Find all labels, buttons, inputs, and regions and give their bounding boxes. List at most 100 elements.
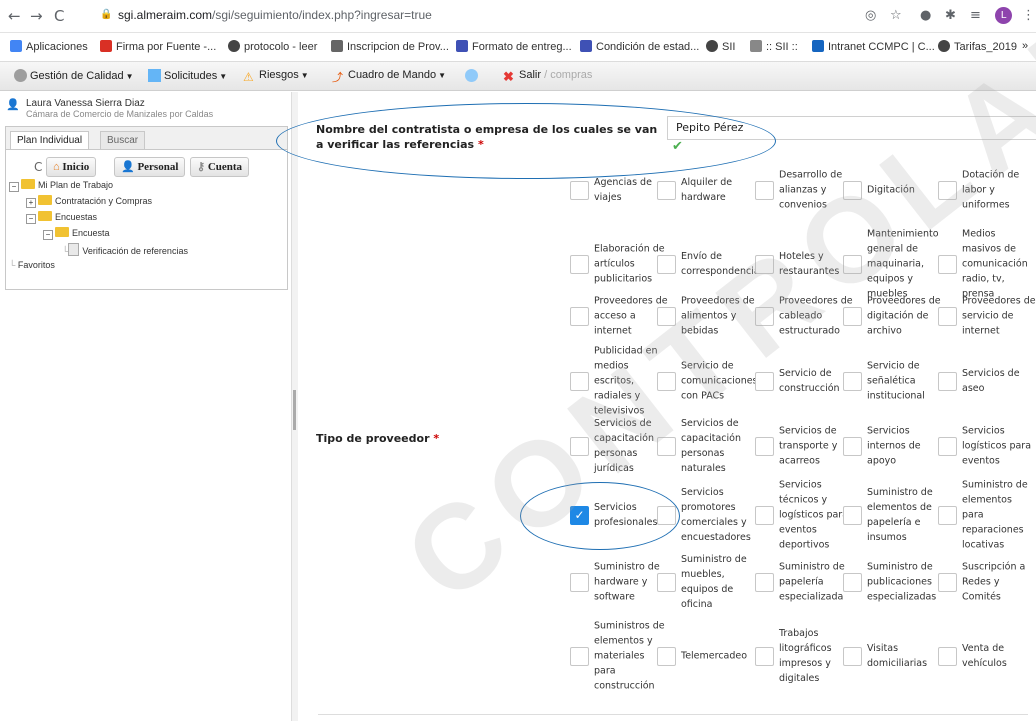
provider-option[interactable]: Envío de correspondencia bbox=[657, 233, 760, 295]
checkbox[interactable] bbox=[843, 647, 862, 666]
provider-option[interactable]: Servicios de transporte y acarreos bbox=[755, 417, 853, 475]
menu-riesgos[interactable]: ⚠ Riesgos ▼ bbox=[243, 69, 309, 84]
personal-button[interactable]: 👤 Personal bbox=[114, 157, 186, 177]
bookmark-apps[interactable]: Aplicaciones bbox=[10, 40, 88, 53]
checkbox[interactable] bbox=[938, 307, 957, 326]
provider-option[interactable]: Suministro de hardware y software bbox=[570, 556, 668, 608]
menu-gestion-calidad[interactable]: Gestión de Calidad ▼ bbox=[14, 69, 133, 82]
help-icon[interactable] bbox=[465, 69, 481, 82]
checkbox[interactable] bbox=[755, 437, 774, 456]
bookmark-protocolo[interactable]: protocolo - leer bbox=[228, 40, 317, 53]
tree-item-contratacion[interactable]: + Contratación y Compras bbox=[26, 195, 152, 208]
checkbox[interactable] bbox=[843, 181, 862, 200]
cuenta-button[interactable]: ⚷ Cuenta bbox=[190, 157, 250, 177]
provider-option[interactable]: Dotación de labor y uniformes bbox=[938, 165, 1036, 215]
provider-option[interactable]: Proveedores de alimentos y bebidas bbox=[657, 291, 755, 341]
bookmark-sii[interactable]: SII bbox=[706, 40, 735, 53]
provider-option[interactable]: Proveedores de servicio de internet bbox=[938, 291, 1036, 341]
bookmark-intranet[interactable]: Intranet CCMPC | C... bbox=[812, 40, 935, 53]
checkbox[interactable] bbox=[570, 255, 589, 274]
tree-item-encuesta[interactable]: − Encuesta bbox=[43, 227, 110, 240]
checkbox[interactable] bbox=[755, 506, 774, 525]
provider-option[interactable]: Publicidad en medios escritos, radiales … bbox=[570, 346, 668, 417]
checkbox[interactable] bbox=[938, 372, 957, 391]
provider-option[interactable]: Alquiler de hardware bbox=[657, 165, 755, 215]
tab-buscar[interactable]: Buscar bbox=[100, 131, 146, 149]
checkbox[interactable] bbox=[938, 181, 957, 200]
checkbox[interactable] bbox=[938, 255, 957, 274]
star-icon[interactable]: ☆ bbox=[890, 8, 902, 23]
checkbox[interactable] bbox=[938, 506, 957, 525]
provider-option[interactable]: Agencias de viajes bbox=[570, 165, 668, 215]
collapse-icon[interactable]: − bbox=[26, 214, 36, 224]
checkbox[interactable] bbox=[657, 181, 676, 200]
provider-option[interactable]: Servicios logísticos para eventos bbox=[938, 417, 1036, 475]
tree-item-mi-plan[interactable]: − Mi Plan de Trabajo bbox=[9, 179, 113, 192]
provider-option[interactable]: Mantenimiento general de maquinaria, equ… bbox=[843, 229, 941, 300]
back-arrow-icon[interactable]: ← bbox=[8, 7, 21, 25]
target-icon[interactable]: ◎ bbox=[865, 8, 876, 23]
checkbox[interactable] bbox=[657, 307, 676, 326]
checkbox[interactable] bbox=[570, 181, 589, 200]
checkbox[interactable] bbox=[843, 307, 862, 326]
checkbox[interactable] bbox=[657, 372, 676, 391]
checkbox[interactable] bbox=[938, 647, 957, 666]
checkbox[interactable] bbox=[570, 307, 589, 326]
provider-option[interactable]: Hoteles y restaurantes bbox=[755, 233, 853, 295]
tree-item-favoritos[interactable]: └ Favoritos bbox=[9, 260, 55, 270]
bookmark-sii-2[interactable]: :: SII :: bbox=[750, 40, 798, 53]
provider-option[interactable]: Medios masivos de comunicación radio, tv… bbox=[938, 229, 1036, 300]
provider-option[interactable]: Servicios técnicos y logísticos para eve… bbox=[755, 480, 853, 551]
provider-option[interactable]: Desarrollo de alianzas y convenios bbox=[755, 165, 853, 215]
bookmark-formato[interactable]: Formato de entreg... bbox=[456, 40, 572, 53]
checkbox[interactable] bbox=[570, 437, 589, 456]
provider-option[interactable]: Servicio de construcción bbox=[755, 347, 853, 415]
checkbox[interactable] bbox=[755, 307, 774, 326]
provider-option[interactable]: Servicios de capacitación personas natur… bbox=[657, 417, 755, 475]
provider-option[interactable]: Suministro de papelería especializada bbox=[755, 556, 853, 608]
checkbox[interactable] bbox=[755, 647, 774, 666]
checkbox[interactable] bbox=[570, 647, 589, 666]
tab-plan-individual[interactable]: Plan Individual bbox=[10, 131, 90, 149]
provider-option[interactable]: Proveedores de cableado estructurado bbox=[755, 291, 853, 341]
media-icon[interactable]: ≡ bbox=[970, 8, 981, 23]
menu-salir[interactable]: ✖ Salir / compras bbox=[503, 69, 592, 83]
provider-option[interactable]: Servicio de comunicaciones con PACs bbox=[657, 347, 758, 415]
collapse-icon[interactable]: − bbox=[9, 182, 19, 192]
provider-option[interactable]: Digitación bbox=[843, 165, 941, 215]
checkbox[interactable] bbox=[843, 506, 862, 525]
provider-option[interactable]: Servicios de capacitación personas juríd… bbox=[570, 417, 668, 475]
checkbox[interactable] bbox=[755, 573, 774, 592]
url-text[interactable]: sgi.almeraim.com/sgi/seguimiento/index.p… bbox=[118, 8, 432, 22]
checkbox[interactable] bbox=[843, 437, 862, 456]
provider-option[interactable]: Proveedores de digitación de archivo bbox=[843, 291, 941, 341]
provider-option[interactable]: Trabajos litográficos impresos y digital… bbox=[755, 616, 853, 696]
provider-option[interactable]: Telemercadeo bbox=[657, 616, 755, 696]
provider-option[interactable]: Suscripción a Redes y Comités bbox=[938, 556, 1036, 608]
checkbox[interactable] bbox=[657, 647, 676, 666]
inicio-button[interactable]: ⌂ Inicio bbox=[46, 157, 97, 177]
provider-option[interactable]: Suministro de elementos para reparacione… bbox=[938, 480, 1036, 551]
collapse-icon[interactable]: − bbox=[43, 230, 53, 240]
forward-arrow-icon[interactable]: → bbox=[30, 7, 43, 25]
checkbox[interactable] bbox=[570, 372, 589, 391]
splitter-grip[interactable] bbox=[293, 390, 296, 430]
checkbox[interactable] bbox=[938, 573, 957, 592]
checkbox[interactable] bbox=[755, 181, 774, 200]
puzzle-icon[interactable]: ✱ bbox=[945, 8, 956, 23]
tree-item-verificacion[interactable]: └ Verificación de referencias bbox=[62, 243, 188, 256]
checkbox[interactable] bbox=[843, 372, 862, 391]
provider-option[interactable]: Servicio de señalética institucional bbox=[843, 347, 941, 415]
provider-option[interactable]: Suministro de muebles, equipos de oficin… bbox=[657, 554, 755, 610]
provider-option[interactable]: Suministro de publicaciones especializad… bbox=[843, 556, 941, 608]
provider-option[interactable]: Servicios de aseo bbox=[938, 347, 1036, 415]
reload-icon[interactable]: C bbox=[54, 7, 64, 25]
bookmark-condicion[interactable]: Condición de estad... bbox=[580, 40, 699, 53]
checkbox[interactable] bbox=[938, 437, 957, 456]
checkbox[interactable] bbox=[843, 255, 862, 274]
checkbox[interactable] bbox=[657, 573, 676, 592]
provider-option[interactable]: Proveedores de acceso a internet bbox=[570, 291, 668, 341]
profile-avatar[interactable]: L bbox=[995, 7, 1012, 24]
menu-cuadro-mando[interactable]: ⤴ Cuadro de Mando ▼ bbox=[332, 69, 446, 85]
provider-option[interactable]: Visitas domiciliarias bbox=[843, 616, 941, 696]
